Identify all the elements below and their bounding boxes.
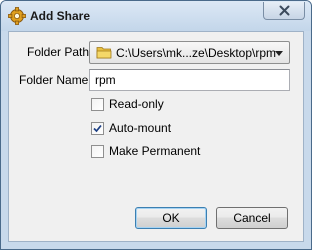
folder-path-combobox[interactable]: C:\Users\mk...ze\Desktop\rpm — [89, 41, 290, 64]
read-only-label: Read-only — [109, 97, 164, 111]
checkmark-icon — [93, 124, 102, 133]
auto-mount-label: Auto-mount — [109, 121, 172, 135]
cancel-button[interactable]: Cancel — [216, 207, 288, 229]
folder-name-label: Folder Name: — [19, 73, 92, 87]
dialog-body: Folder Path: C:\Users\mk...ze\Desktop\rp… — [8, 31, 304, 242]
close-icon — [279, 5, 290, 16]
chevron-down-icon[interactable] — [275, 51, 283, 56]
make-permanent-label: Make Permanent — [109, 144, 201, 158]
ok-button[interactable]: OK — [135, 207, 207, 229]
title-bar[interactable]: Add Share — [1, 1, 311, 31]
folder-path-value: C:\Users\mk...ze\Desktop\rpm — [116, 46, 277, 60]
folder-path-label: Folder Path: — [27, 45, 93, 59]
folder-name-field[interactable] — [89, 69, 290, 91]
folder-icon — [96, 47, 112, 59]
window-title: Add Share — [30, 9, 91, 23]
read-only-checkbox[interactable] — [91, 98, 104, 111]
make-permanent-checkbox[interactable] — [91, 145, 104, 158]
close-button[interactable] — [263, 2, 305, 20]
auto-mount-checkbox[interactable] — [91, 122, 104, 135]
gear-icon — [8, 7, 26, 25]
add-share-dialog: Add Share Folder Path: C:\Users\mk...ze\… — [0, 0, 312, 250]
